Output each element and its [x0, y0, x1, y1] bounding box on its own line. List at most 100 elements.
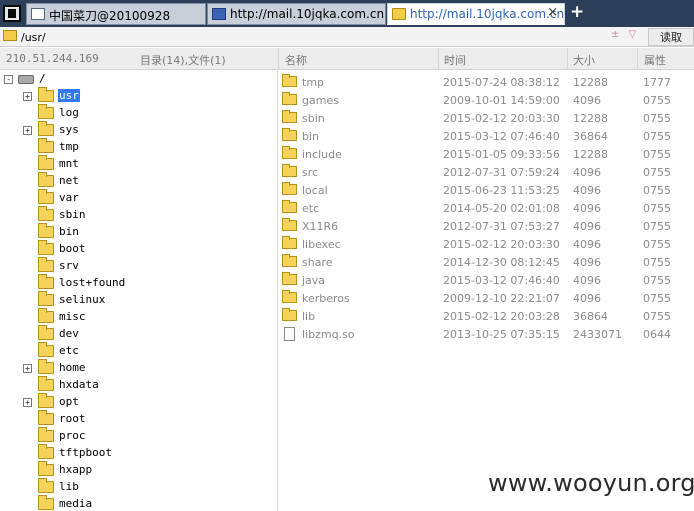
tree-item[interactable]: dev: [0, 325, 277, 343]
file-row[interactable]: local 2015-06-23 11:53:25 4096 0755: [279, 181, 694, 199]
folder-icon: [38, 393, 54, 408]
file-row[interactable]: X11R6 2012-07-31 07:53:27 4096 0755: [279, 217, 694, 235]
file-time: 2015-03-12 07:46:40: [443, 274, 560, 287]
file-row[interactable]: include 2015-01-05 09:33:56 12288 0755: [279, 145, 694, 163]
file-row[interactable]: libexec 2015-02-12 20:03:30 4096 0755: [279, 235, 694, 253]
history-dropdown-icon[interactable]: ± ▽: [611, 29, 639, 40]
tab-caidao[interactable]: 中国菜刀@20100928: [26, 3, 206, 25]
tree-item[interactable]: + opt: [0, 393, 277, 411]
tree-item[interactable]: boot: [0, 240, 277, 258]
folder-icon: [38, 257, 54, 272]
tree-item[interactable]: log: [0, 104, 277, 122]
column-header-size[interactable]: 大小: [573, 52, 595, 68]
file-name: bin: [302, 130, 320, 143]
tree-item[interactable]: lost+found: [0, 274, 277, 292]
file-attr: 0755: [643, 274, 671, 287]
expand-icon[interactable]: +: [23, 126, 32, 135]
file-row[interactable]: lib 2015-02-12 20:03:28 36864 0755: [279, 307, 694, 325]
tree-item[interactable]: media: [0, 495, 277, 511]
tree-item-label: root: [59, 412, 86, 425]
tree-item[interactable]: tftpboot: [0, 444, 277, 462]
file-row[interactable]: libzmq.so 2013-10-25 07:35:15 2433071 0644: [279, 325, 694, 343]
read-button[interactable]: 读取: [648, 28, 694, 46]
tree-item[interactable]: sbin: [0, 206, 277, 224]
tree-item[interactable]: + usr: [0, 87, 277, 105]
file-row[interactable]: src 2012-07-31 07:59:24 4096 0755: [279, 163, 694, 181]
directory-tree: - / + usr log + sys tmp mnt net var sbin bin boot srv l…: [0, 71, 278, 511]
tree-item-label: opt: [59, 395, 79, 408]
drive-icon: [18, 75, 34, 84]
folder-icon: [3, 30, 17, 41]
file-size: 4096: [573, 292, 601, 305]
file-name: local: [302, 184, 328, 197]
file-name: libexec: [302, 238, 341, 251]
column-divider: [567, 48, 568, 70]
tree-item[interactable]: + home: [0, 359, 277, 377]
tree-item-label: hxdata: [59, 378, 99, 391]
file-row[interactable]: kerberos 2009-12-10 22:21:07 4096 0755: [279, 289, 694, 307]
tree-item-label: bin: [59, 225, 79, 238]
file-attr: 0755: [643, 310, 671, 323]
tab-mail-2[interactable]: http://mail.10jqka.com.cn:88/... ×: [387, 3, 565, 25]
file-size: 4096: [573, 238, 601, 251]
file-row[interactable]: games 2009-10-01 14:59:00 4096 0755: [279, 91, 694, 109]
column-header-name[interactable]: 名称: [285, 52, 307, 68]
tree-item-label: selinux: [59, 293, 106, 306]
file-name: src: [302, 166, 319, 179]
file-size: 4096: [573, 166, 601, 179]
tab-mail-1[interactable]: http://mail.10jqka.com.cn:88/...: [207, 3, 386, 25]
file-time: 2015-07-24 08:38:12: [443, 76, 560, 89]
column-header-attr[interactable]: 属性: [644, 52, 666, 68]
tree-item[interactable]: var: [0, 189, 277, 207]
folder-icon: [282, 146, 297, 159]
tree-item[interactable]: bin: [0, 223, 277, 241]
tree-item[interactable]: hxapp: [0, 461, 277, 479]
tree-item[interactable]: root: [0, 410, 277, 428]
tree-item-label: dev: [59, 327, 79, 340]
file-time: 2015-02-12 20:03:30: [443, 112, 560, 125]
tree-item[interactable]: srv: [0, 257, 277, 275]
collapse-icon[interactable]: -: [4, 75, 13, 84]
file-name: etc: [302, 202, 320, 215]
file-row[interactable]: share 2014-12-30 08:12:45 4096 0755: [279, 253, 694, 271]
file-name: lib: [302, 310, 316, 323]
file-list: tmp 2015-07-24 08:38:12 12288 1777 games 2009…: [279, 71, 694, 511]
tree-item[interactable]: selinux: [0, 291, 277, 309]
tree-item[interactable]: etc: [0, 342, 277, 360]
tree-item[interactable]: proc: [0, 427, 277, 445]
folder-icon: [38, 155, 54, 170]
path-input[interactable]: [21, 29, 641, 45]
tree-item-label: tftpboot: [59, 446, 112, 459]
tree-item[interactable]: misc: [0, 308, 277, 326]
new-tab-button[interactable]: +: [570, 2, 584, 22]
expand-icon[interactable]: +: [23, 398, 32, 407]
tree-item[interactable]: + sys: [0, 121, 277, 139]
file-row[interactable]: sbin 2015-02-12 20:03:30 12288 0755: [279, 109, 694, 127]
file-row[interactable]: etc 2014-05-20 02:01:08 4096 0755: [279, 199, 694, 217]
file-name: games: [302, 94, 339, 107]
file-icon: [284, 327, 295, 341]
folder-icon: [282, 236, 297, 249]
tree-item[interactable]: lib: [0, 478, 277, 496]
folder-icon: [38, 308, 54, 323]
expand-icon[interactable]: +: [23, 364, 32, 373]
tree-item[interactable]: net: [0, 172, 277, 190]
tree-item-label: hxapp: [59, 463, 93, 476]
file-attr: 0755: [643, 184, 671, 197]
file-row[interactable]: java 2015-03-12 07:46:40 4096 0755: [279, 271, 694, 289]
tree-item[interactable]: - /: [0, 71, 277, 88]
column-header-time[interactable]: 时间: [444, 52, 466, 68]
file-row[interactable]: bin 2015-03-12 07:46:40 36864 0755: [279, 127, 694, 145]
file-row[interactable]: tmp 2015-07-24 08:38:12 12288 1777: [279, 73, 694, 91]
file-time: 2015-03-12 07:46:40: [443, 130, 560, 143]
file-time: 2012-07-31 07:53:27: [443, 220, 560, 233]
tree-item[interactable]: mnt: [0, 155, 277, 173]
tree-item[interactable]: tmp: [0, 138, 277, 156]
tree-item[interactable]: hxdata: [0, 376, 277, 394]
folder-icon: [38, 461, 54, 476]
tree-item-label: srv: [59, 259, 79, 272]
document-icon: [31, 8, 45, 20]
folder-icon: [38, 206, 54, 221]
close-icon[interactable]: ×: [547, 5, 558, 20]
expand-icon[interactable]: +: [23, 92, 32, 101]
